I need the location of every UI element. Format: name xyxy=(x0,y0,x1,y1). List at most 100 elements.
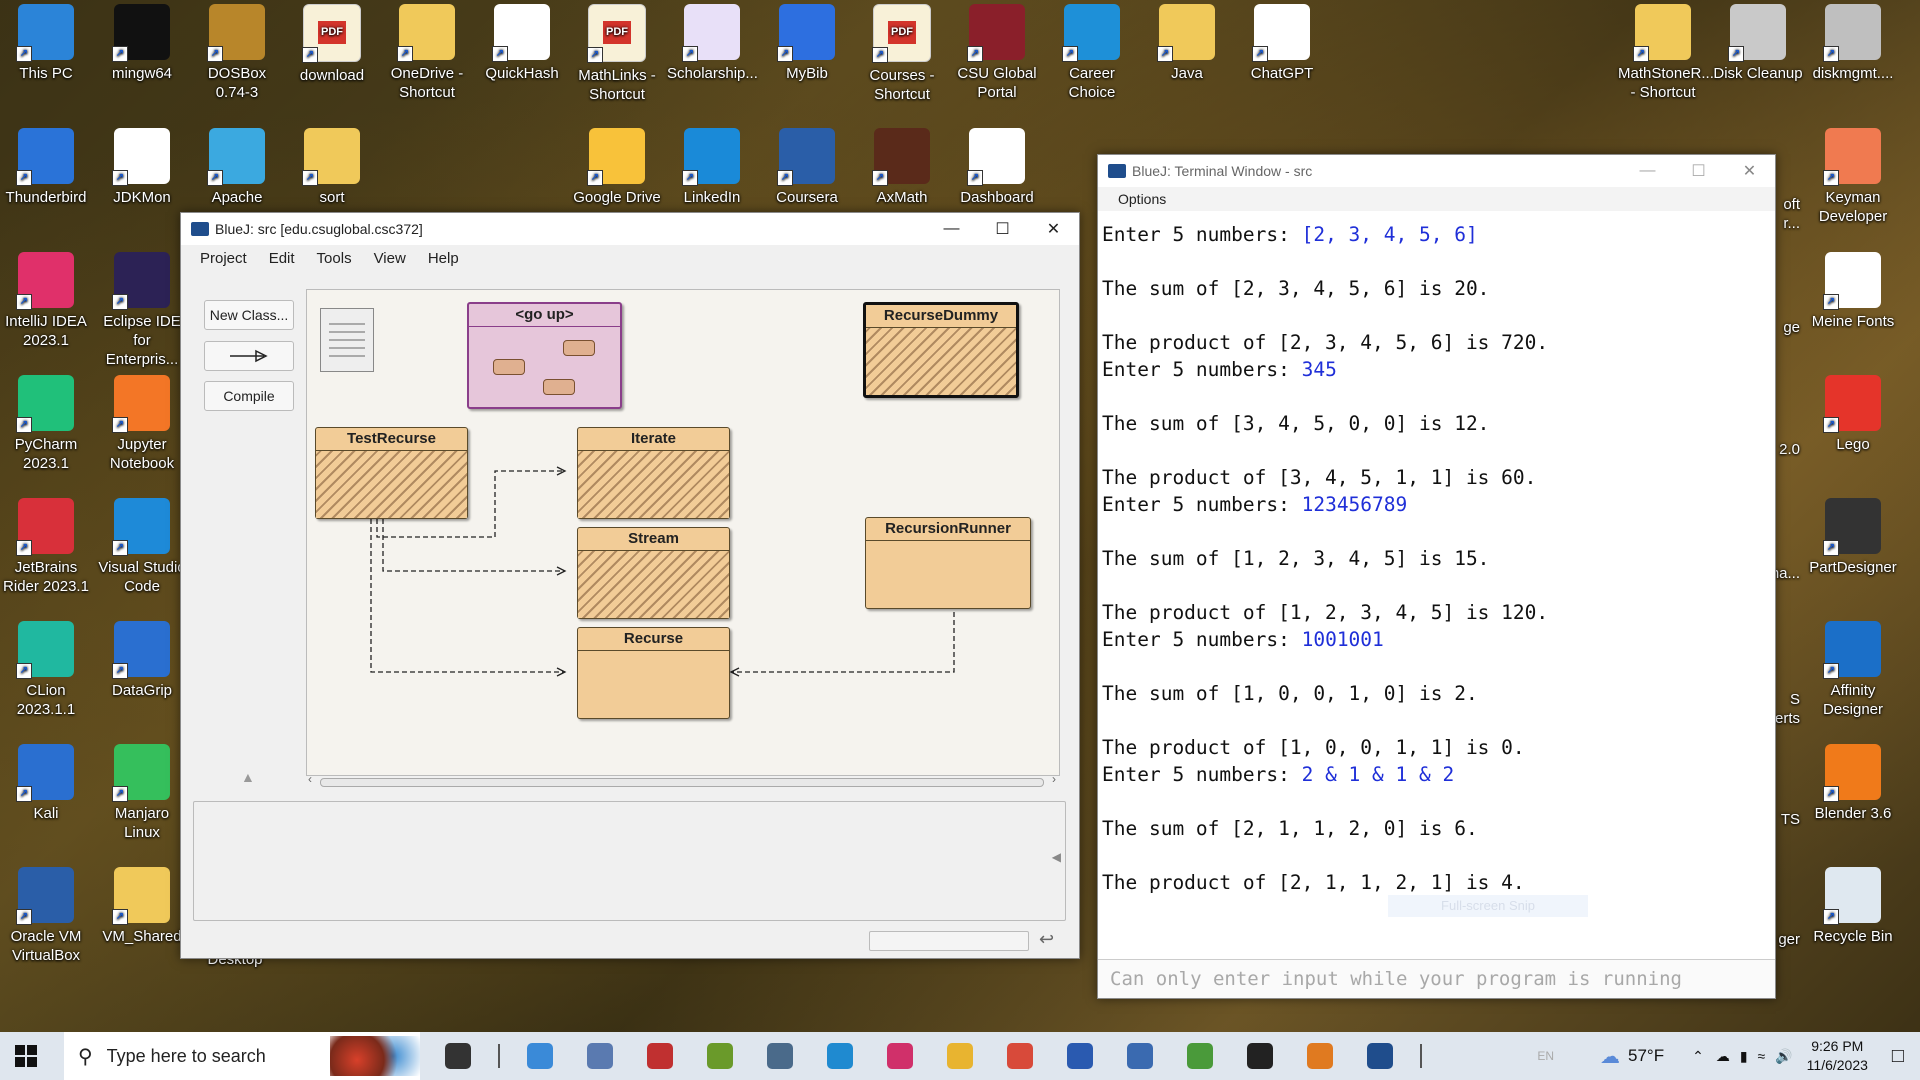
options-menu[interactable]: Options xyxy=(1098,187,1775,211)
terminal-input-field[interactable]: Can only enter input while your program … xyxy=(1098,959,1775,998)
close-button[interactable]: ✕ xyxy=(1028,213,1079,245)
class-testrecurse[interactable]: TestRecurse xyxy=(315,427,468,519)
desktop-shortcut[interactable]: ↗ diskmgmt.... xyxy=(1808,4,1898,83)
desktop-shortcut[interactable]: ↗ sort xyxy=(287,128,377,207)
desktop-shortcut[interactable]: ↗ Manjaro Linux xyxy=(97,744,187,842)
close-button[interactable]: ✕ xyxy=(1724,155,1775,187)
desktop-shortcut[interactable]: ↗ IntelliJ IDEA 2023.1 xyxy=(1,252,91,350)
new-inheritance-arrow-button[interactable] xyxy=(204,341,294,371)
taskbar-terminal-icon[interactable] xyxy=(1240,1040,1280,1072)
taskbar-snipping-tool-icon[interactable] xyxy=(1000,1040,1040,1072)
codepad-area[interactable]: ◀ xyxy=(193,801,1066,921)
class-stream[interactable]: Stream xyxy=(577,527,730,619)
taskbar-photos-icon[interactable] xyxy=(580,1040,620,1072)
desktop-shortcut[interactable]: ↗ JetBrains Rider 2023.1 xyxy=(1,498,91,596)
language-indicator[interactable]: EN xyxy=(1537,1049,1554,1063)
desktop-shortcut[interactable]: ↗ VM_Shared xyxy=(97,867,187,946)
volume-icon[interactable]: 🔊 xyxy=(1775,1048,1792,1065)
taskbar-paint-icon[interactable] xyxy=(1180,1040,1220,1072)
desktop-shortcut[interactable]: ↗ Affinity Designer xyxy=(1808,621,1898,719)
desktop-shortcut[interactable]: ↗ AxMath xyxy=(857,128,947,207)
desktop-shortcut[interactable]: ↗ Recycle Bin xyxy=(1808,867,1898,946)
desktop-shortcut[interactable]: ↗ This PC xyxy=(1,4,91,83)
new-class-button[interactable]: New Class... xyxy=(204,300,294,330)
desktop-shortcut[interactable]: ↗ JDKMon xyxy=(97,128,187,207)
desktop-shortcut[interactable]: ↗ Dashboard xyxy=(952,128,1042,207)
maximize-button[interactable]: ☐ xyxy=(1673,155,1724,187)
collapse-up-icon[interactable]: ▲ xyxy=(241,769,255,785)
desktop-shortcut[interactable]: ↗ MathLinks - Shortcut xyxy=(572,4,662,104)
battery-icon[interactable]: ▮ xyxy=(1740,1048,1748,1065)
taskbar-task-view-icon[interactable] xyxy=(438,1040,478,1072)
taskbar-search-box[interactable]: ⚲ Type here to search xyxy=(64,1032,420,1080)
desktop-shortcut[interactable]: ↗ Oracle VM VirtualBox xyxy=(1,867,91,965)
taskbar-edge-icon[interactable] xyxy=(820,1040,860,1072)
menu-view[interactable]: View xyxy=(363,250,417,267)
desktop-shortcut[interactable]: ↗ Eclipse IDE for Enterpris... xyxy=(97,252,187,369)
desktop-shortcut[interactable]: ↗ Meine Fonts xyxy=(1808,252,1898,331)
class-recurse[interactable]: Recurse xyxy=(577,627,730,719)
desktop-shortcut[interactable]: ↗ Courses - Shortcut xyxy=(857,4,947,104)
compile-button[interactable]: Compile xyxy=(204,381,294,411)
desktop-shortcut[interactable]: ↗ MyBib xyxy=(762,4,852,83)
desktop-shortcut[interactable]: ↗ PyCharm 2023.1 xyxy=(1,375,91,473)
menu-project[interactable]: Project xyxy=(189,250,258,267)
taskbar-file-explorer-icon[interactable] xyxy=(940,1040,980,1072)
desktop-shortcut[interactable]: ↗ CSU Global Portal xyxy=(952,4,1042,102)
desktop-shortcut[interactable]: ↗ Scholarship... xyxy=(667,4,758,83)
taskbar-bluej-icon[interactable] xyxy=(1360,1040,1400,1072)
class-diagram-canvas[interactable]: <go up> RecurseDummy TestRecurse Iterate… xyxy=(306,289,1060,776)
desktop-shortcut[interactable]: ↗ Blender 3.6 xyxy=(1808,744,1898,823)
taskbar-file-manager-icon[interactable] xyxy=(760,1040,800,1072)
desktop-shortcut[interactable]: ↗ Career Choice xyxy=(1047,4,1137,102)
minimize-button[interactable]: — xyxy=(926,213,977,245)
notifications-icon[interactable]: □ xyxy=(1892,1045,1904,1068)
desktop-shortcut[interactable]: ↗ DOSBox 0.74-3 xyxy=(192,4,282,102)
taskbar-jdkmon-icon[interactable] xyxy=(640,1040,680,1072)
taskbar-chat-icon[interactable] xyxy=(1120,1040,1160,1072)
desktop-shortcut[interactable]: ↗ Google Drive xyxy=(572,128,662,207)
desktop-shortcut[interactable]: ↗ Thunderbird xyxy=(1,128,91,207)
desktop-shortcut[interactable]: ↗ download xyxy=(287,4,377,85)
desktop-shortcut[interactable]: ↗ CLion 2023.1.1 xyxy=(1,621,91,719)
desktop-shortcut[interactable]: ↗ QuickHash xyxy=(477,4,567,83)
taskbar-firefox-icon[interactable] xyxy=(1300,1040,1340,1072)
taskbar-intellij-icon[interactable] xyxy=(880,1040,920,1072)
desktop-shortcut[interactable]: ↗ ChatGPT xyxy=(1237,4,1327,83)
terminal-window[interactable]: BlueJ: Terminal Window - src — ☐ ✕ Optio… xyxy=(1097,154,1776,999)
onedrive-icon[interactable]: ☁ xyxy=(1716,1048,1730,1065)
weather-temp[interactable]: 57°F xyxy=(1628,1046,1664,1066)
desktop-shortcut[interactable]: ↗ Kali xyxy=(1,744,91,823)
chevron-up-icon[interactable]: ⌃ xyxy=(1692,1048,1704,1065)
desktop-shortcut[interactable]: ↗ Visual Studio Code xyxy=(97,498,187,596)
desktop-shortcut[interactable]: ↗ LinkedIn xyxy=(667,128,757,207)
desktop-shortcut[interactable]: ↗ Jupyter Notebook xyxy=(97,375,187,473)
bluej-titlebar[interactable]: BlueJ: src [edu.csuglobal.csc372] — ☐ ✕ xyxy=(181,213,1079,245)
desktop-shortcut[interactable]: ↗ OneDrive - Shortcut xyxy=(382,4,472,102)
desktop-shortcut[interactable]: ↗ Coursera xyxy=(762,128,852,207)
desktop-shortcut[interactable]: ↗ Lego xyxy=(1808,375,1898,454)
menu-help[interactable]: Help xyxy=(417,250,470,267)
menu-edit[interactable]: Edit xyxy=(258,250,306,267)
clock[interactable]: 9:26 PM 11/6/2023 xyxy=(1807,1037,1868,1075)
desktop-shortcut[interactable]: ↗ mingw64 xyxy=(97,4,187,83)
class-recursionrunner[interactable]: RecursionRunner xyxy=(865,517,1031,609)
desktop-shortcut[interactable]: ↗ Keyman Developer xyxy=(1808,128,1898,226)
maximize-button[interactable]: ☐ xyxy=(977,213,1028,245)
desktop-shortcut[interactable]: ↗ Java xyxy=(1142,4,1232,83)
minimize-button[interactable]: — xyxy=(1622,155,1673,187)
reset-vm-icon[interactable]: ↩ xyxy=(1039,929,1054,950)
bluej-main-window[interactable]: BlueJ: src [edu.csuglobal.csc372] — ☐ ✕ … xyxy=(180,212,1080,959)
readme-document-icon[interactable] xyxy=(320,308,374,372)
taskbar-word-icon[interactable] xyxy=(1060,1040,1100,1072)
start-button[interactable] xyxy=(14,1044,38,1068)
taskbar-this-pc-icon[interactable] xyxy=(520,1040,560,1072)
desktop-shortcut[interactable]: ↗ PartDesigner xyxy=(1808,498,1898,577)
class-recursedummy[interactable]: RecurseDummy xyxy=(863,302,1019,398)
taskbar-notepad-icon[interactable] xyxy=(700,1040,740,1072)
collapse-left-icon[interactable]: ◀ xyxy=(1052,850,1061,864)
desktop-shortcut[interactable]: ↗ DataGrip xyxy=(97,621,187,700)
menu-tools[interactable]: Tools xyxy=(306,250,363,267)
desktop-shortcut[interactable]: ↗ Disk Cleanup xyxy=(1713,4,1803,83)
terminal-titlebar[interactable]: BlueJ: Terminal Window - src — ☐ ✕ xyxy=(1098,155,1775,187)
